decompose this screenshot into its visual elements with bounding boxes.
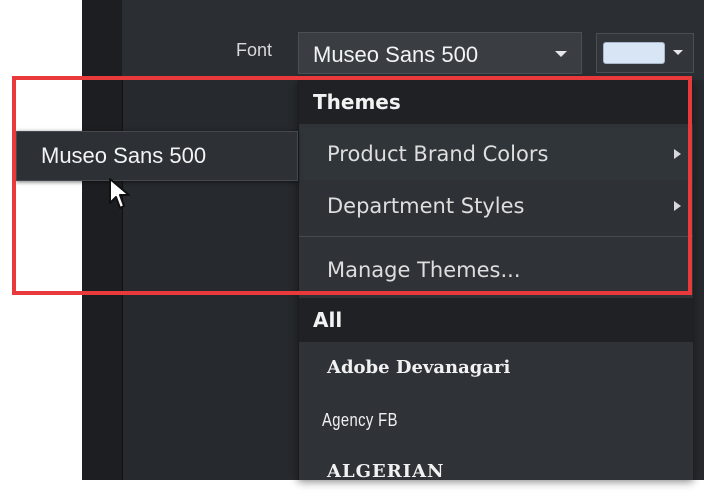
color-picker[interactable]	[596, 33, 694, 73]
font-option-agency-fb[interactable]: Agency FB	[299, 394, 622, 446]
font-option-adobe-devanagari[interactable]: Adobe Devanagari	[299, 342, 693, 394]
chevron-down-icon[interactable]	[673, 50, 683, 55]
font-option-algerian[interactable]: ALGERIAN	[299, 446, 693, 498]
chevron-down-icon[interactable]	[555, 51, 567, 57]
all-header: All	[299, 298, 693, 342]
selection-highlight-box	[12, 76, 692, 295]
color-swatch	[603, 42, 665, 64]
font-dropdown[interactable]: Museo Sans 500	[298, 32, 582, 74]
font-dropdown-value: Museo Sans 500	[313, 42, 479, 67]
font-label: Font	[236, 40, 273, 60]
